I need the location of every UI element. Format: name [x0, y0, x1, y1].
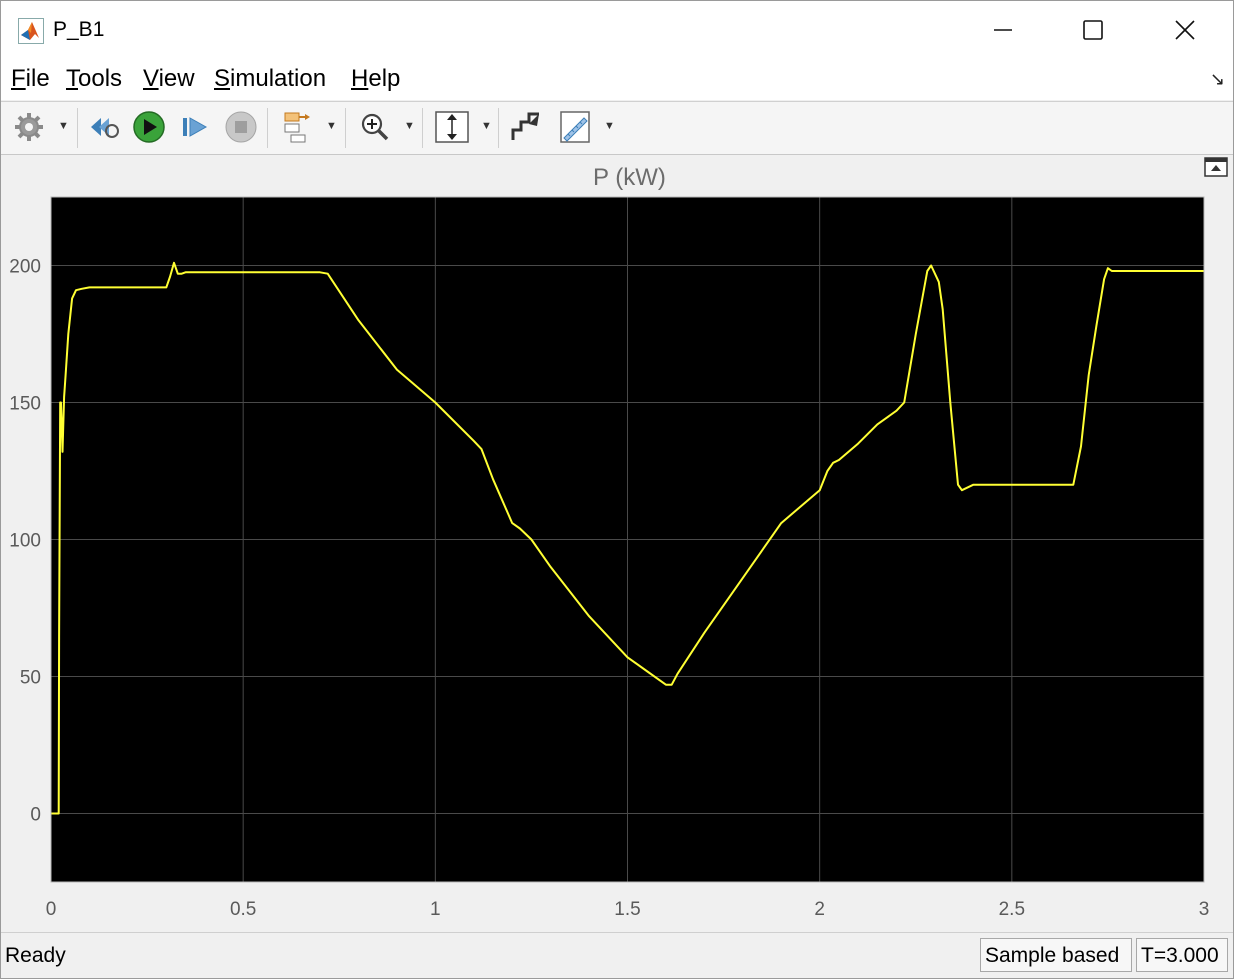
menu-file-label: ile: [25, 65, 50, 92]
menu-view-label: iew: [158, 65, 195, 92]
x-tick-label: 3: [1199, 899, 1210, 920]
scale-axes-icon[interactable]: [433, 110, 471, 144]
menu-file-accel: F: [11, 65, 26, 92]
menu-help-accel: H: [351, 65, 369, 92]
menu-tools-accel: T: [66, 65, 78, 92]
menu-simulation-accel: S: [214, 65, 231, 92]
menu-simulation[interactable]: Simulation: [214, 65, 326, 93]
scope-plot-pane: 0 50 100 150 200 0 0.5 1 1.5 2 2.5 3 P (kW): [3, 155, 1231, 931]
simulation-time: T=3.000: [1136, 938, 1228, 972]
sample-mode-badge: Sample based: [980, 938, 1132, 972]
close-icon: [1175, 20, 1195, 40]
toolbar-separator: [498, 108, 499, 148]
measurements-dropdown-icon[interactable]: ▼: [604, 120, 615, 132]
toolbar: ▼ ▼ ▼ ▼ ▼: [1, 101, 1233, 155]
scope-window: P_B1 File Tools View Simulation Help ↘ ▼: [0, 0, 1234, 979]
menu-help[interactable]: Help: [351, 65, 400, 93]
menu-bar: File Tools View Simulation Help ↘: [1, 59, 1233, 100]
menu-view[interactable]: View: [143, 65, 195, 93]
matlab-logo-icon: [18, 18, 44, 44]
y-tick-label: 0: [30, 805, 41, 826]
settings-gear-icon[interactable]: [11, 110, 47, 144]
menu-file[interactable]: File: [11, 65, 50, 93]
toolbar-separator: [345, 108, 346, 148]
x-tick-label: 2: [814, 899, 825, 920]
menu-simulation-label: imulation: [230, 65, 327, 92]
y-tick-label: 100: [9, 531, 41, 552]
y-tick-labels: 0 50 100 150 200: [9, 257, 41, 826]
step-back-icon[interactable]: [87, 110, 121, 144]
highlight-block-icon[interactable]: [509, 110, 543, 144]
minimize-icon: [994, 29, 1012, 31]
plot-title: P (kW): [593, 164, 666, 191]
toolbar-separator: [267, 108, 268, 148]
close-button[interactable]: [1139, 1, 1231, 59]
x-tick-label: 1.5: [614, 899, 640, 920]
x-tick-label: 2.5: [999, 899, 1025, 920]
window-title: P_B1: [53, 18, 105, 41]
signal-dropdown-icon[interactable]: ▼: [326, 120, 337, 132]
collapse-toolbar-icon[interactable]: ↘: [1210, 69, 1225, 90]
scale-dropdown-icon[interactable]: ▼: [481, 120, 492, 132]
y-tick-label: 200: [9, 257, 41, 278]
zoom-dropdown-icon[interactable]: ▼: [404, 120, 415, 132]
status-text: Ready: [5, 944, 66, 967]
zoom-in-icon[interactable]: [357, 110, 393, 144]
y-tick-label: 50: [20, 668, 41, 689]
y-tick-label: 150: [9, 394, 41, 415]
x-tick-label: 0: [46, 899, 57, 920]
settings-dropdown-icon[interactable]: ▼: [58, 120, 69, 132]
x-tick-label: 1: [430, 899, 441, 920]
x-tick-labels: 0 0.5 1 1.5 2 2.5 3: [46, 899, 1210, 920]
menu-help-label: elp: [368, 65, 401, 92]
undock-icon[interactable]: [1204, 157, 1228, 177]
minimize-button[interactable]: [957, 1, 1049, 59]
toolbar-separator: [77, 108, 78, 148]
menu-view-accel: V: [143, 65, 159, 92]
run-icon[interactable]: [131, 110, 167, 144]
step-forward-icon[interactable]: [179, 110, 211, 144]
status-bar: Ready Sample based T=3.000: [1, 932, 1233, 978]
title-bar: P_B1: [1, 1, 1233, 59]
maximize-icon: [1083, 20, 1103, 40]
maximize-button[interactable]: [1047, 1, 1139, 59]
x-tick-label: 0.5: [230, 899, 256, 920]
stop-icon[interactable]: [223, 110, 259, 144]
menu-tools-label: ools: [78, 65, 123, 92]
signal-hierarchy-icon[interactable]: [279, 110, 315, 144]
measurements-icon[interactable]: [557, 110, 593, 144]
menu-tools[interactable]: Tools: [66, 65, 122, 93]
toolbar-separator: [422, 108, 423, 148]
scope-chart[interactable]: 0 50 100 150 200 0 0.5 1 1.5 2 2.5 3: [3, 155, 1231, 931]
